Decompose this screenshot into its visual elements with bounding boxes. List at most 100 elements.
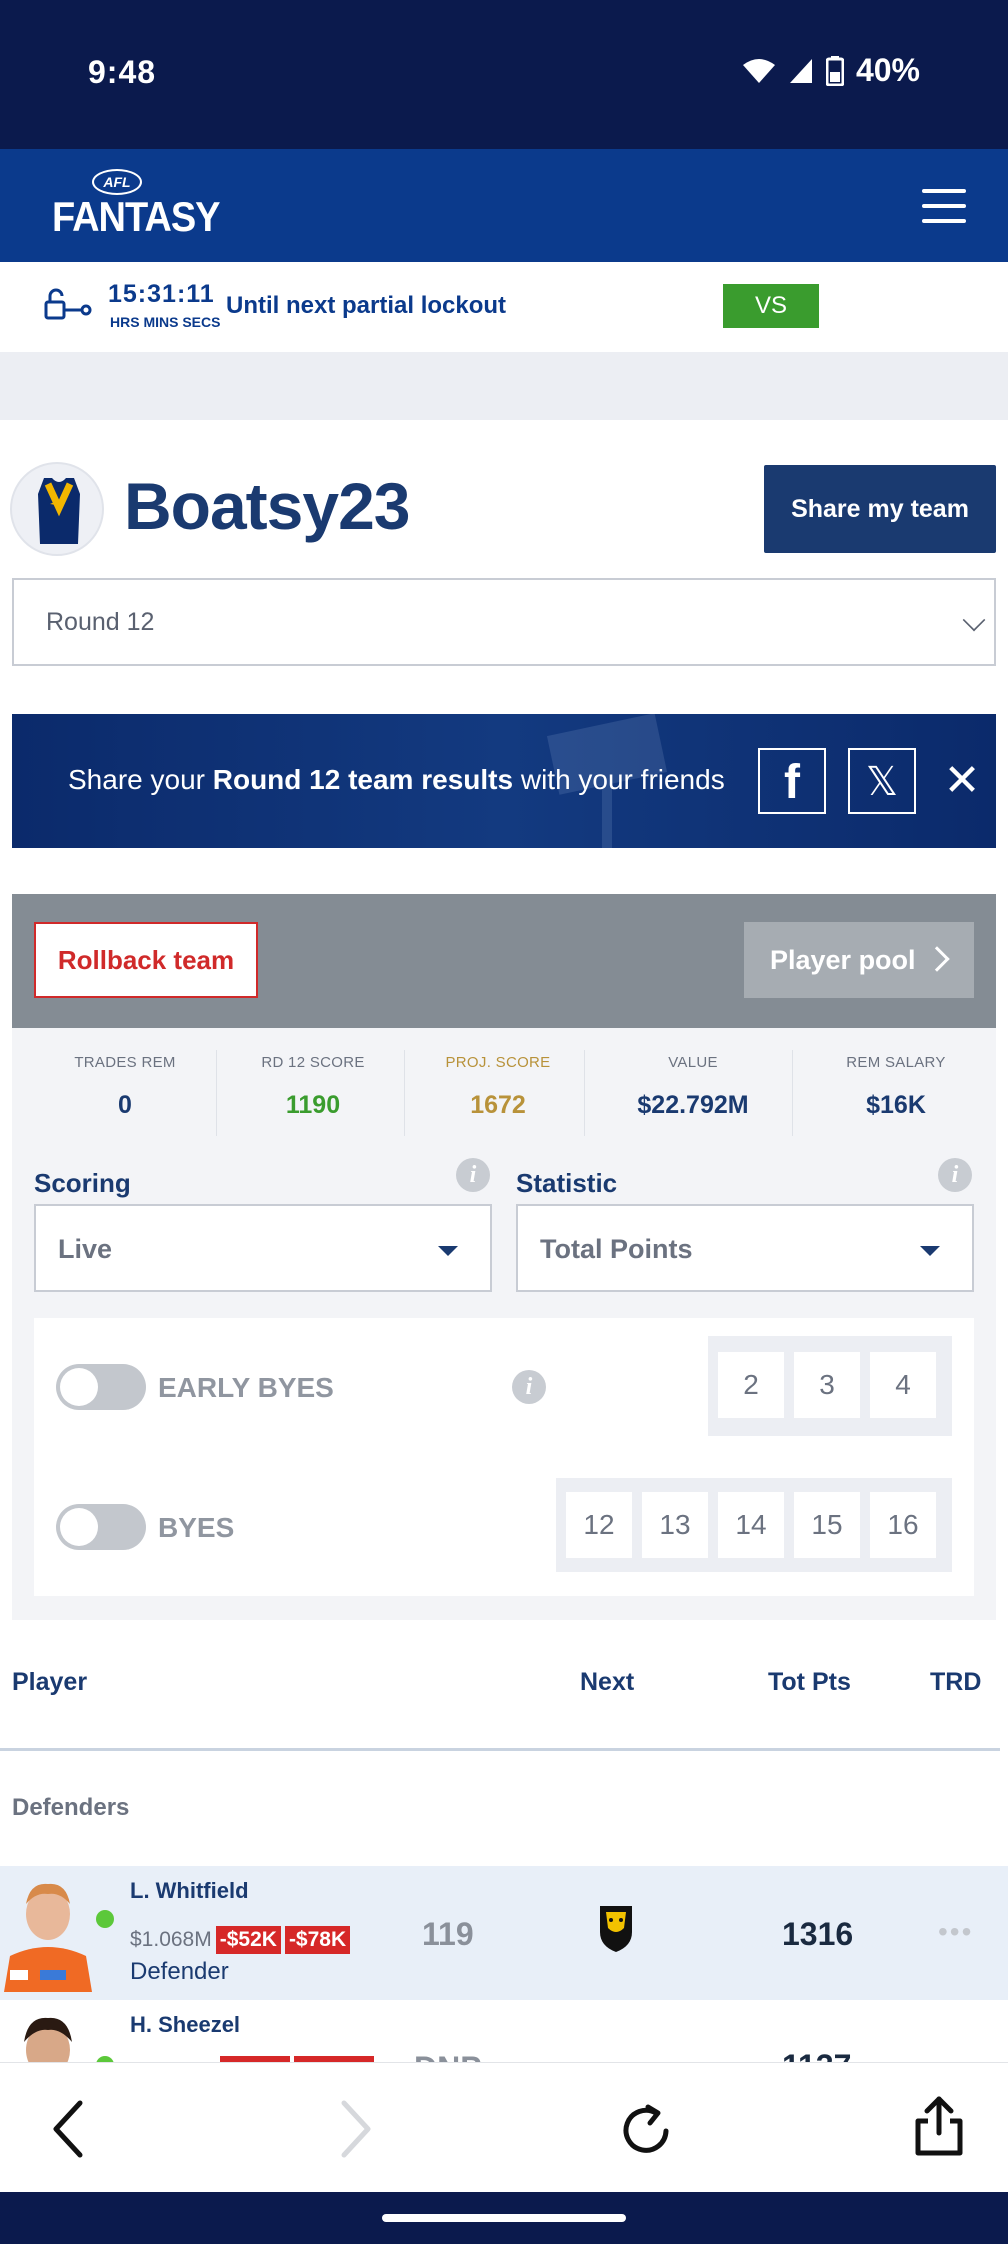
more-options-icon[interactable]: ••• [938, 1916, 973, 1948]
scoring-dropdown[interactable]: Live [34, 1204, 492, 1292]
forward-icon[interactable] [336, 2099, 376, 2159]
player-name[interactable]: L. Whitfield [130, 1878, 249, 1904]
statistic-dropdown[interactable]: Total Points [516, 1204, 974, 1292]
lockout-bar: 15:31:11 HRS MINS SECS Until next partia… [0, 262, 1008, 352]
player-pool-button[interactable]: Player pool [744, 922, 974, 998]
menu-icon[interactable] [922, 189, 966, 223]
status-icons: 40% [742, 52, 920, 89]
stat-label: TRADES REM [74, 1054, 176, 1071]
player-salary: $1.068M [130, 1928, 212, 1951]
stat-label: REM SALARY [846, 1054, 946, 1071]
stat-value: $22.792M [637, 1091, 749, 1119]
bye-round-button[interactable]: 16 [870, 1492, 936, 1558]
share-results-banner: Share your Round 12 team results with yo… [12, 714, 996, 848]
column-header-player[interactable]: Player [12, 1668, 87, 1697]
caret-down-icon [438, 1246, 458, 1256]
playing-status-dot [96, 1910, 114, 1928]
fantasy-logo-text: FANTASY [52, 194, 221, 242]
player-round-score: DNP [414, 2050, 482, 2062]
more-options-icon[interactable]: ••• [938, 2050, 973, 2062]
stat-label: PROJ. SCORE [445, 1054, 551, 1071]
round-select[interactable]: Round 12 [12, 578, 996, 666]
stat-divider [792, 1050, 793, 1136]
lockout-units: HRS MINS SECS [110, 314, 221, 330]
signal-icon [789, 58, 812, 83]
home-gesture-bar[interactable] [382, 2214, 626, 2222]
browser-toolbar [0, 2062, 1008, 2192]
x-share-button[interactable]: 𝕏 [848, 748, 916, 814]
stat-value: 1190 [285, 1091, 341, 1119]
team-action-bar: Rollback team Player pool [12, 894, 996, 1028]
guernsey-icon [38, 478, 80, 544]
stat-value: 0 [118, 1091, 132, 1119]
richmond-logo-icon [594, 1902, 638, 1956]
team-avatar [10, 462, 104, 556]
share-banner-round: Round 12 team results [212, 764, 514, 795]
share-banner-text: Share your Round 12 team results with yo… [68, 764, 725, 795]
stat-divider [216, 1050, 217, 1136]
player-pool-label: Player pool [770, 945, 916, 975]
afl-fantasy-logo[interactable]: AFL FANTASY [52, 169, 221, 249]
early-bye-round-button[interactable]: 3 [794, 1352, 860, 1418]
statistic-label: Statistic [516, 1168, 618, 1198]
rollback-team-button[interactable]: Rollback team [34, 922, 258, 998]
reload-icon[interactable] [618, 2101, 678, 2161]
close-icon[interactable]: ✕ [932, 748, 992, 814]
early-bye-round-button[interactable]: 2 [718, 1352, 784, 1418]
stat-value: 1672 [470, 1091, 526, 1119]
app-header: AFL FANTASY [0, 149, 1008, 262]
share-my-team-button[interactable]: Share my team [764, 465, 996, 553]
player-name[interactable]: H. Sheezel [130, 2012, 240, 2038]
price-change-badge: -$78K [284, 1926, 351, 1954]
status-bar: 9:48 40% [0, 0, 1008, 149]
back-icon[interactable] [48, 2099, 88, 2159]
info-icon[interactable]: i [938, 1158, 972, 1192]
chevron-down-icon [962, 608, 986, 632]
round-select-value: Round 12 [46, 608, 155, 636]
info-icon[interactable]: i [512, 1370, 546, 1404]
player-position: Defender [130, 1958, 229, 1985]
player-total-points: 1137 [782, 2048, 851, 2062]
table-row[interactable]: H. Sheezel DNP 1137 ••• [0, 2000, 1008, 2062]
stat-rem-salary: REM SALARY $16K [798, 1054, 994, 1120]
status-time: 9:48 [88, 54, 157, 90]
unlock-icon [44, 288, 92, 320]
chevron-right-icon [924, 946, 950, 972]
spacer-band [0, 352, 1008, 420]
stat-round-score: RD 12 SCORE 1190 [220, 1054, 406, 1120]
column-header-tot-pts[interactable]: Tot Pts [768, 1668, 851, 1697]
battery-percent: 40% [855, 52, 920, 88]
bye-round-button[interactable]: 15 [794, 1492, 860, 1558]
statistic-dropdown-value: Total Points [540, 1234, 693, 1264]
share-icon[interactable] [912, 2095, 966, 2157]
byes-toggle[interactable] [56, 1504, 146, 1550]
player-round-score: 119 [422, 1916, 474, 1952]
lockout-text: Until next partial lockout [226, 292, 507, 319]
early-byes-rounds: 2 3 4 [708, 1336, 952, 1436]
stat-label: VALUE [668, 1054, 718, 1071]
team-name: Boatsy23 [124, 469, 410, 543]
section-defenders: Defenders [12, 1794, 130, 1821]
column-header-next[interactable]: Next [580, 1668, 634, 1697]
early-byes-toggle[interactable] [56, 1364, 146, 1410]
bye-round-button[interactable]: 12 [566, 1492, 632, 1558]
column-header-trd[interactable]: TRD [930, 1668, 981, 1697]
player-photo [0, 2008, 96, 2062]
stat-value: $16K [866, 1091, 926, 1119]
byes-label: BYES [158, 1512, 235, 1543]
early-bye-round-button[interactable]: 4 [870, 1352, 936, 1418]
scoring-label: Scoring [34, 1168, 131, 1198]
stat-divider [584, 1050, 585, 1136]
stat-proj-score: PROJ. SCORE 1672 [410, 1054, 586, 1120]
player-salary-row: $1.068M -$52K -$78K [130, 1926, 351, 1954]
wifi-icon [742, 58, 775, 83]
table-row[interactable]: L. Whitfield $1.068M -$52K -$78K Defende… [0, 1866, 1008, 2000]
bye-round-button[interactable]: 14 [718, 1492, 784, 1558]
price-change-badge: -$52K [215, 1926, 281, 1954]
bye-round-button[interactable]: 13 [642, 1492, 708, 1558]
system-nav-bar [0, 2192, 1008, 2244]
facebook-share-button[interactable]: f [758, 748, 826, 814]
vs-button[interactable]: VS [723, 284, 819, 328]
info-icon[interactable]: i [456, 1158, 490, 1192]
byes-panel: EARLY BYES i 2 3 4 BYES 12 13 14 15 16 [34, 1318, 974, 1596]
